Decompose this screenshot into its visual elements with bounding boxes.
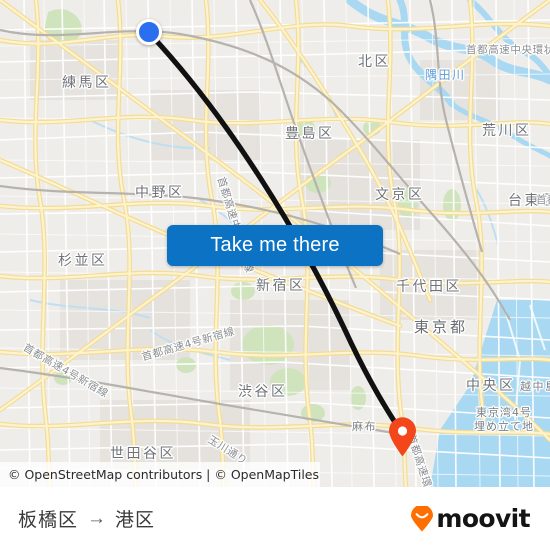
moovit-route-map-screen: 練馬区中野区杉並区世田谷区渋谷区新宿区豊島区北区文京区荒川区台東区千代田区中央区… — [0, 0, 550, 550]
moovit-pin-icon — [411, 505, 434, 531]
take-me-there-button[interactable]: Take me there — [167, 225, 383, 266]
moovit-wordmark: moovit — [436, 504, 530, 533]
moovit-logo[interactable]: moovit — [410, 504, 531, 533]
route-destination-label: 港区 — [115, 509, 156, 531]
footer-bar: 板橋区 → 港区 moovit — [0, 487, 550, 550]
map-canvas[interactable]: 練馬区中野区杉並区世田谷区渋谷区新宿区豊島区北区文京区荒川区台東区千代田区中央区… — [0, 0, 550, 487]
route-origin-label: 板橋区 — [18, 509, 79, 531]
route-summary: 板橋区 → 港区 — [18, 505, 155, 532]
attribution-text[interactable]: © OpenStreetMap contributors | © OpenMap… — [8, 467, 319, 482]
route-arrow-icon: → — [87, 507, 107, 529]
destination-marker[interactable] — [388, 417, 417, 457]
map-pin-icon — [388, 417, 416, 457]
map-attribution: © OpenStreetMap contributors | © OpenMap… — [0, 462, 320, 487]
origin-marker[interactable] — [136, 19, 162, 45]
